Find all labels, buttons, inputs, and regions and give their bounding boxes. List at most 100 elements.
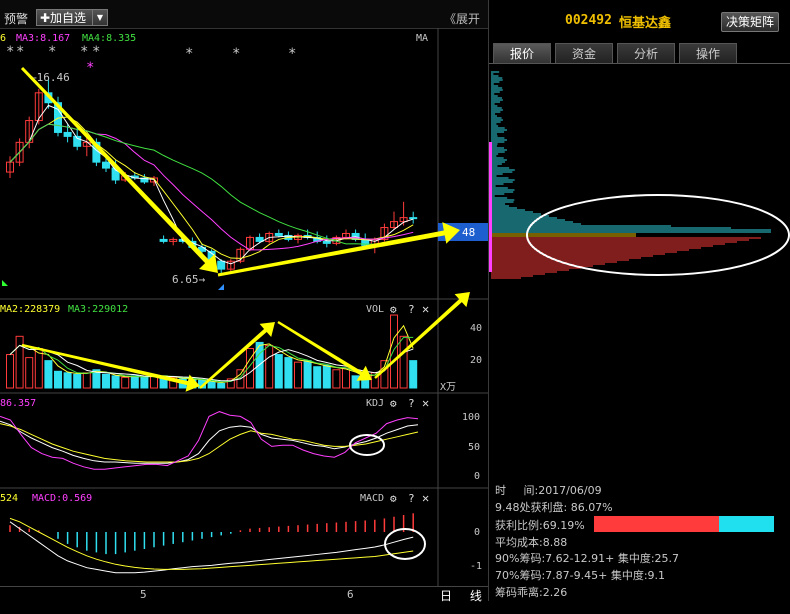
volume-bar: [188, 378, 197, 389]
info-chips-deviation: 筹码乖离:2.26: [495, 586, 568, 599]
volume-bar: [6, 354, 14, 389]
gear-icon[interactable]: ⚙: [390, 492, 397, 505]
decision-matrix-button[interactable]: 决策矩阵: [721, 12, 779, 32]
candle-body: [274, 232, 283, 236]
close-icon[interactable]: ✕: [422, 302, 429, 316]
volume-bar: [265, 344, 274, 389]
vol-legend-ma2: MA2:228379: [0, 304, 60, 315]
gear-icon[interactable]: ⚙: [390, 397, 397, 410]
signal-star-icon: *: [6, 44, 14, 60]
help-icon[interactable]: ?: [408, 397, 415, 410]
chevron-down-icon[interactable]: ▼: [92, 10, 107, 25]
volume-bar: [63, 372, 72, 389]
volume-bar: [159, 375, 168, 389]
candle-body: [409, 217, 418, 220]
macd-legend-title: MACD: [360, 493, 384, 504]
help-icon[interactable]: ?: [408, 492, 415, 505]
expand-button[interactable]: 《展开: [444, 10, 480, 27]
profit-ratio-bar: [594, 516, 774, 532]
signal-star-icon: *: [80, 44, 88, 60]
kdj-legend-title: KDJ: [366, 398, 384, 409]
kline-chart-area[interactable]: 6 MA3:8.167 MA4:8.335 MA MA2:228379 MA3:…: [0, 28, 488, 614]
close-icon[interactable]: ✕: [422, 491, 429, 505]
chip-bars: [489, 71, 771, 279]
price-legend-ma4: MA4:8.335: [82, 33, 136, 44]
kdj-tick-50: 50: [468, 442, 480, 453]
price-legend-ma1: 6: [0, 33, 6, 44]
kdj-settings-group: ⚙ ? ✕: [390, 396, 429, 410]
quote-panel: 002492 恒基达鑫 决策矩阵 报价 资金 分析 操作 15 12 时 间:2…: [488, 0, 790, 601]
volume-bar: [82, 372, 91, 389]
tab-funds[interactable]: 资金: [555, 43, 613, 63]
volume-bar: [178, 378, 187, 389]
price-legend-ma: MA: [416, 33, 428, 44]
chip-distribution-chart: 15 12: [489, 71, 771, 279]
tab-quote[interactable]: 报价: [493, 43, 551, 63]
signal-star-icon: *: [92, 44, 100, 60]
candle-body: [217, 260, 226, 270]
stock-name: 恒基达鑫: [619, 16, 672, 31]
chart-toolbar: 预警 ✚加自选 ▼ 《展开: [0, 0, 488, 29]
buy-signal-icon: [2, 280, 8, 286]
candle-body: [102, 161, 110, 169]
vol-tick-20: 20: [470, 355, 482, 366]
volume-bar: [140, 376, 149, 389]
warning-button[interactable]: 预警: [4, 10, 28, 27]
vol-settings-group: ⚙ ? ✕: [390, 302, 429, 316]
volume-bar: [121, 376, 130, 389]
volume-bar: [207, 381, 216, 389]
volume-bar: [150, 375, 158, 389]
help-icon[interactable]: ?: [408, 303, 415, 316]
candle-body: [322, 240, 331, 244]
candle-body: [44, 92, 53, 104]
info-avg-cost: 平均成本:8.88: [495, 536, 568, 549]
info-time: 时 间:2017/06/09: [495, 482, 602, 498]
volume-bar: [54, 370, 62, 389]
volume-bar: [25, 357, 34, 389]
volume-bar: [169, 376, 178, 389]
vol-tick-40: 40: [470, 323, 482, 334]
ma-line: [9, 123, 414, 245]
chip-range-marker: [489, 142, 492, 272]
kdj-legend-j: 86.357: [0, 398, 36, 409]
close-icon[interactable]: ✕: [422, 396, 429, 410]
gear-icon[interactable]: ⚙: [390, 303, 397, 316]
sell-signal-icon: [218, 284, 224, 290]
signal-star-icon: *: [16, 44, 24, 60]
macd-legend-value: MACD:0.569: [32, 493, 92, 504]
volume-bar: [361, 376, 370, 389]
price-legend-ma3: MA3:8.167: [16, 33, 70, 44]
kdj-tick-0: 0: [474, 471, 480, 482]
ma-line: [9, 104, 414, 265]
volume-bar: [44, 360, 53, 389]
x-axis-bar: [0, 586, 488, 602]
tab-operation[interactable]: 操作: [679, 43, 737, 63]
volume-bar: [351, 375, 360, 389]
signal-star-icon: *: [232, 46, 240, 62]
info-time-label: 时: [495, 484, 506, 497]
ma-line: [9, 123, 414, 251]
info-profit-ratio: 获利比例:69.19%: [495, 519, 585, 532]
volume-bar: [73, 373, 82, 389]
add-favorite-label: ✚加自选: [40, 11, 87, 25]
info-chips70: 70%筹码:7.87-9.45+ 集中度:9.1: [495, 569, 666, 582]
volume-bar: [217, 382, 226, 389]
volume-bar: [409, 360, 418, 389]
macd-line: [9, 521, 414, 574]
stock-code: 002492: [565, 13, 612, 28]
signal-star-icon: *: [288, 46, 296, 62]
add-favorite-button[interactable]: ✚加自选 ▼: [36, 9, 108, 26]
volume-bar: [303, 360, 312, 389]
period-toggle[interactable]: 日 线: [440, 587, 488, 603]
signal-star-icon: *: [48, 44, 56, 60]
tab-analysis[interactable]: 分析: [617, 43, 675, 63]
volume-bar: [332, 369, 341, 389]
vol-legend-ma3: MA3:229012: [68, 304, 128, 315]
kdj-line: [0, 420, 419, 464]
volume-bar: [284, 357, 293, 389]
info-chips90: 90%筹码:7.62-12.91+ 集中度:25.7: [495, 552, 680, 565]
high-annotation: ←16.46: [30, 71, 70, 84]
volume-bar: [342, 367, 350, 389]
candle-body: [159, 238, 168, 242]
volume-bar: [15, 335, 24, 389]
